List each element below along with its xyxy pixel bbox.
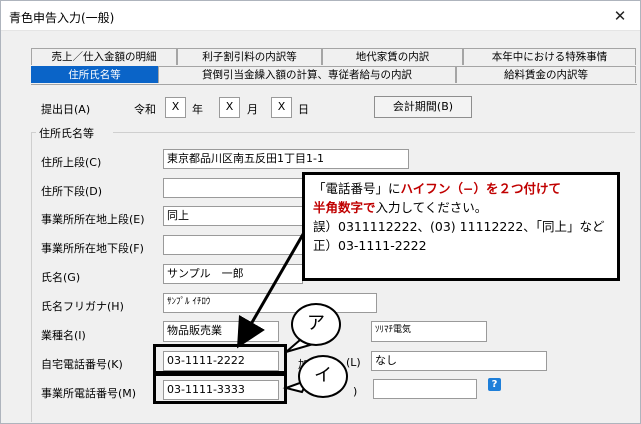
instruction-callout: 「電話番号」にハイフン（−）を２つ付けて 半角数字で入力してください。 誤）03… [302, 172, 620, 281]
callout-line2-text: 入力してください。 [375, 200, 488, 215]
bubble-a: ア [291, 303, 341, 346]
callout-line-2: 半角数字で入力してください。 [313, 198, 609, 217]
callout-line-3: 誤）0311112222、(03) 11112222、「同上」など [313, 219, 605, 234]
callout-line-1: 「電話番号」にハイフン（−）を２つ付けて [313, 179, 609, 198]
callout-line1-emphasis: ハイフン（−）を２つ付けて [400, 181, 561, 196]
bubble-b: イ [298, 355, 348, 398]
callout-line2-emphasis: 半角数字で [313, 200, 376, 215]
callout-line1-text: 「電話番号」に [313, 181, 401, 196]
callout-line-4: 正）03-1111-2222 [313, 238, 427, 253]
